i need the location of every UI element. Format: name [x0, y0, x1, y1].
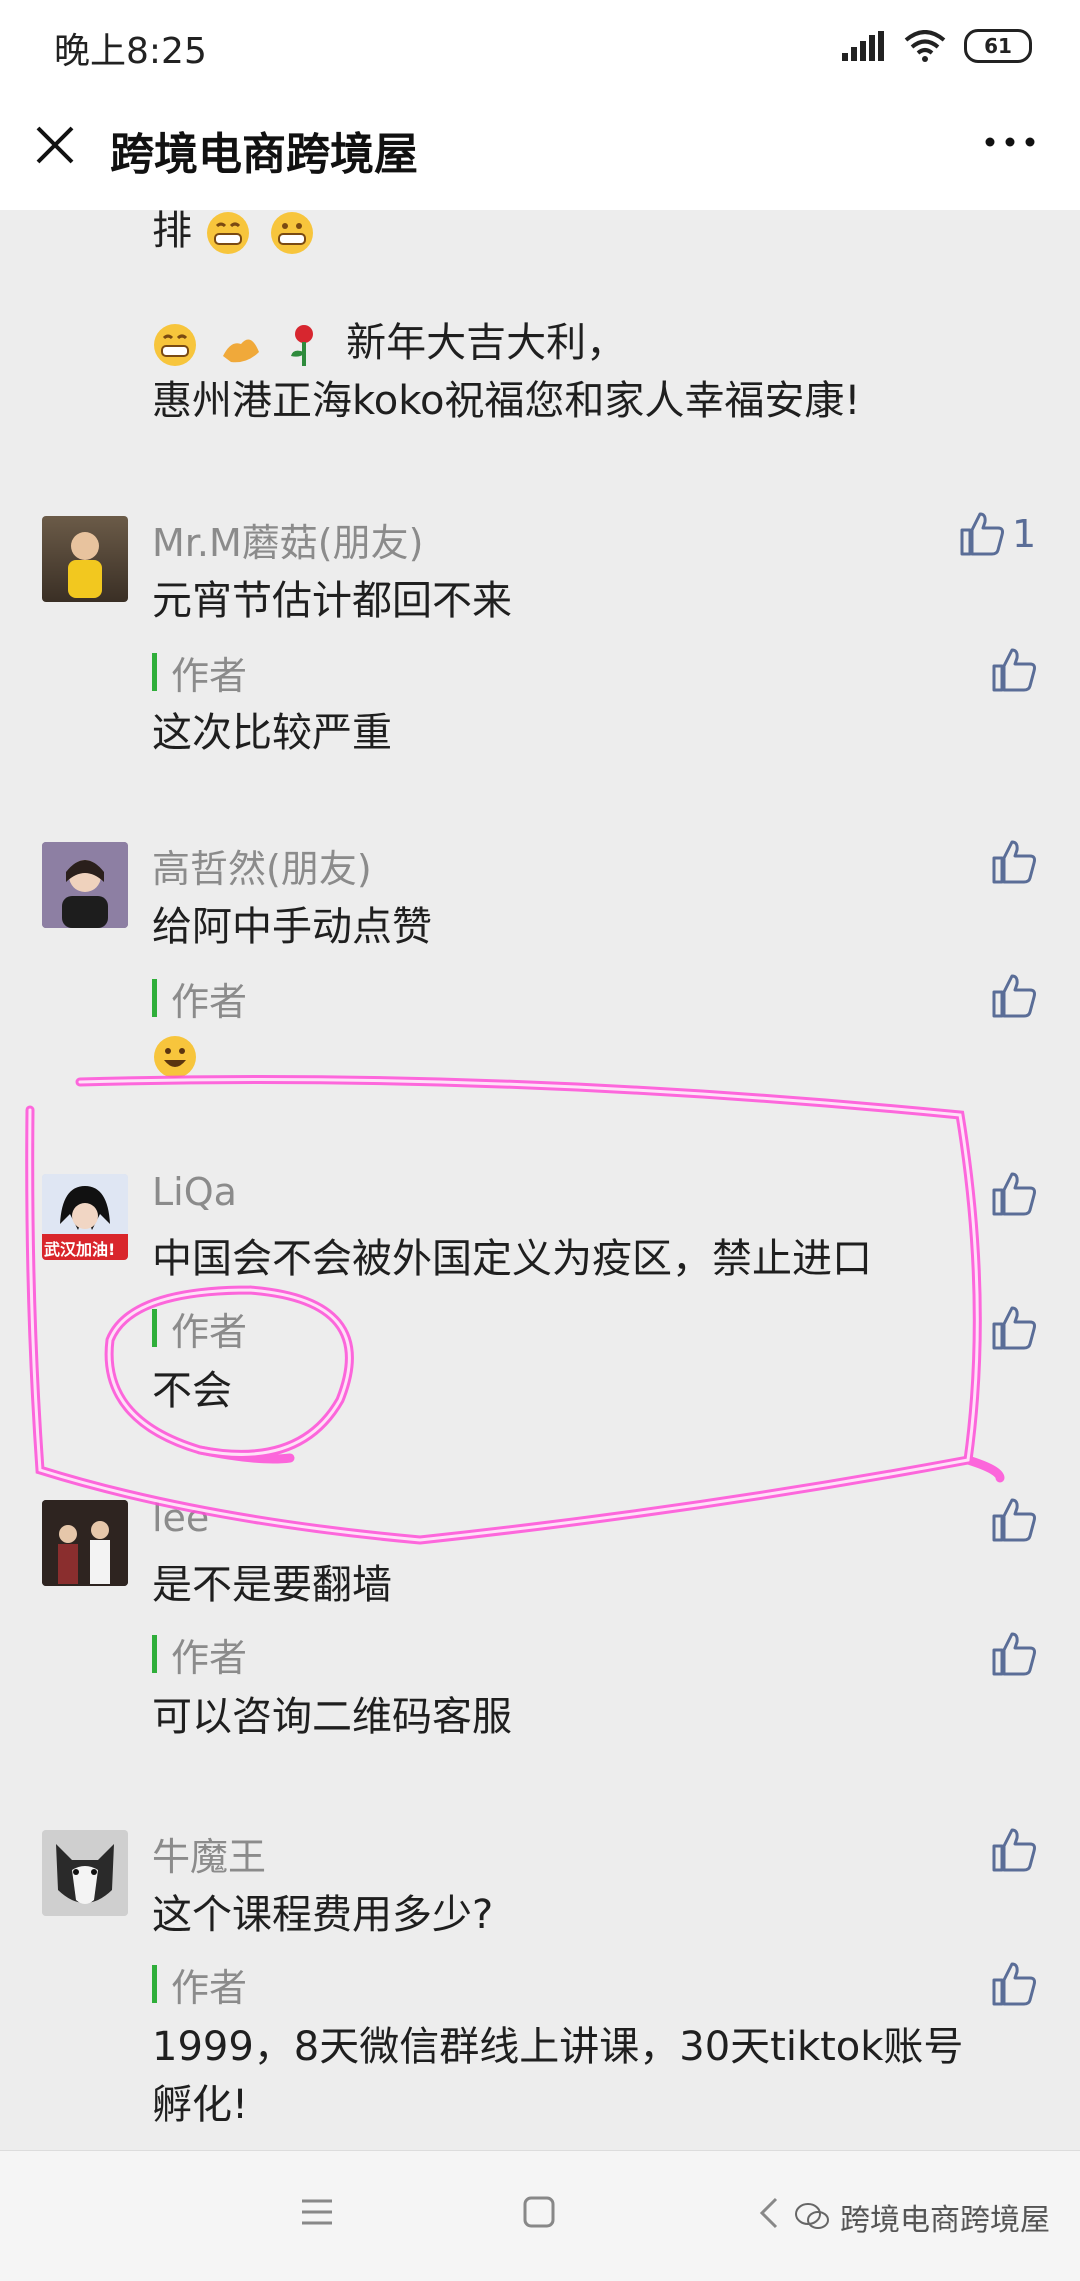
commenter-name[interactable]: LiQa — [152, 1170, 237, 1214]
commenter-name[interactable]: 牛魔王 — [152, 1826, 266, 1881]
like-count: 1 — [1012, 512, 1037, 556]
author-label: 作者 — [171, 1965, 248, 2010]
thumbs-up-icon[interactable] — [990, 1630, 1038, 1678]
post-text-line2-row: 新年大吉大利， — [152, 314, 626, 372]
grin-emoji-icon — [206, 212, 249, 254]
commenter-name[interactable]: lee — [152, 1496, 209, 1540]
smile-emoji-icon — [154, 1036, 196, 1078]
author-label: 作者 — [171, 653, 248, 698]
nav-bar: 跨境电商跨境屋 — [0, 92, 1080, 210]
author-bar — [152, 979, 157, 1017]
reply-text: 这次比较严重 — [152, 710, 392, 756]
wifi-icon — [904, 30, 946, 62]
author-tag: 作者 — [152, 978, 247, 1024]
post-text-line2: 新年大吉大利， — [346, 320, 627, 366]
ok-hand-emoji-icon — [222, 339, 259, 363]
commenter-name[interactable]: Mr.M蘑菇(朋友) — [152, 512, 423, 567]
comments-list: 排 新年大吉大利， 惠州港正海koko祝福您和家人幸福安康! Mr.M蘑菇(朋友… — [0, 210, 1080, 2150]
comment-text: 中国会不会被外国定义为疫区，禁止进口 — [152, 1236, 872, 1282]
comment-text: 给阿中手动点赞 — [152, 904, 432, 950]
author-label: 作者 — [171, 1309, 248, 1354]
avatar-photo — [42, 1830, 128, 1916]
reply-text-cont: 孵化! — [152, 2082, 249, 2128]
comment-text: 是不是要翻墙 — [152, 1562, 392, 1608]
thumbs-up-icon[interactable] — [990, 1170, 1038, 1218]
avatar[interactable] — [42, 1830, 128, 1916]
avatar[interactable] — [42, 1500, 128, 1586]
author-tag: 作者 — [152, 1964, 247, 2010]
avatar[interactable] — [42, 842, 128, 928]
author-tag: 作者 — [152, 1308, 247, 1354]
author-bar — [152, 1965, 157, 2003]
comment-text: 这个课程费用多少? — [152, 1892, 494, 1938]
avatar-photo — [68, 532, 102, 598]
avatar-photo — [42, 842, 128, 928]
home-icon[interactable] — [522, 2195, 556, 2229]
commenter-name[interactable]: 高哲然(朋友) — [152, 838, 372, 893]
author-bar — [152, 1635, 157, 1673]
author-bar — [152, 1309, 157, 1347]
page-title: 跨境电商跨境屋 — [110, 129, 418, 180]
thumbs-up-icon[interactable] — [958, 510, 1006, 558]
system-nav-bar: 跨境电商跨境屋 — [0, 2150, 1080, 2281]
thumbs-up-icon[interactable] — [990, 1496, 1038, 1544]
post-text-tail: 排 — [152, 210, 321, 260]
back-icon[interactable] — [756, 2195, 782, 2231]
grin-emoji-icon — [271, 212, 314, 254]
avatar[interactable] — [42, 516, 128, 602]
status-time: 晚上8:25 — [54, 31, 207, 72]
author-label: 作者 — [171, 1635, 248, 1680]
comment-text: 元宵节估计都回不来 — [152, 578, 512, 624]
author-tag: 作者 — [152, 1634, 247, 1680]
post-text-line1: 排 — [152, 210, 192, 254]
reply-text: 可以咨询二维码客服 — [152, 1694, 512, 1740]
reply-text: 不会 — [152, 1368, 232, 1414]
thumbs-up-icon[interactable] — [990, 646, 1038, 694]
battery-level: 61 — [984, 34, 1012, 58]
reply-text: 1999，8天微信群线上讲课，30天tiktok账号 — [152, 2024, 964, 2070]
post-text-line3: 惠州港正海koko祝福您和家人幸福安康! — [152, 378, 861, 424]
avatar-photo — [42, 1500, 128, 1586]
thumbs-up-icon[interactable] — [990, 838, 1038, 886]
signal-icon — [842, 31, 884, 61]
author-bar — [152, 653, 157, 691]
watermark-text: 跨境电商跨境屋 — [840, 2203, 1050, 2238]
status-bar: 晚上8:25 61 — [0, 0, 1080, 92]
wechat-icon — [795, 2203, 829, 2229]
author-label: 作者 — [171, 979, 248, 1024]
avatar-caption: 武汉加油! — [44, 1240, 116, 1259]
thumbs-up-icon[interactable] — [990, 1960, 1038, 2008]
author-tag: 作者 — [152, 652, 247, 698]
avatar[interactable]: 武汉加油! — [42, 1174, 128, 1260]
menu-icon[interactable] — [300, 2195, 334, 2229]
thumbs-up-icon[interactable] — [990, 972, 1038, 1020]
status-icons: 61 — [842, 26, 1032, 66]
grin-emoji-icon — [154, 324, 196, 366]
close-icon[interactable] — [30, 120, 80, 170]
battery-icon: 61 — [964, 29, 1032, 63]
thumbs-up-icon[interactable] — [990, 1826, 1038, 1874]
watermark: 跨境电商跨境屋 — [794, 2195, 1050, 2239]
thumbs-up-icon[interactable] — [990, 1304, 1038, 1352]
rose-emoji-icon — [291, 325, 314, 366]
more-icon[interactable] — [980, 122, 1040, 162]
